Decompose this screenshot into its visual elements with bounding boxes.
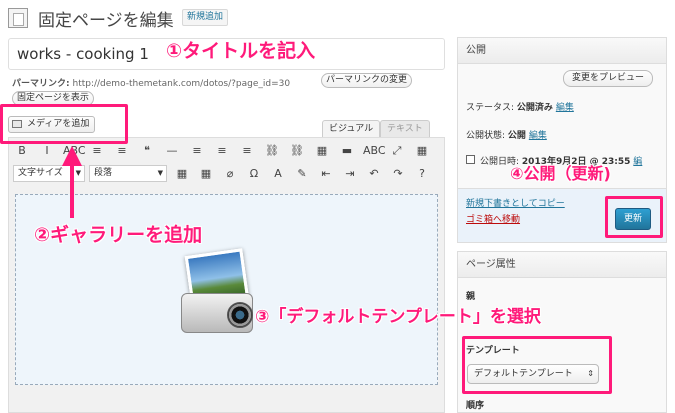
- annotation-arrow: [62, 146, 82, 218]
- annotation-step-3: ③「デフォルトテンプレート」を選択: [255, 307, 541, 327]
- annotation-step-4: ④公開（更新): [510, 164, 611, 183]
- arrow-head-icon: [62, 146, 82, 166]
- annotation-step-2: ②ギャラリーを追加: [34, 224, 203, 246]
- annotation-step-1: ①タイトルを記入: [166, 40, 316, 62]
